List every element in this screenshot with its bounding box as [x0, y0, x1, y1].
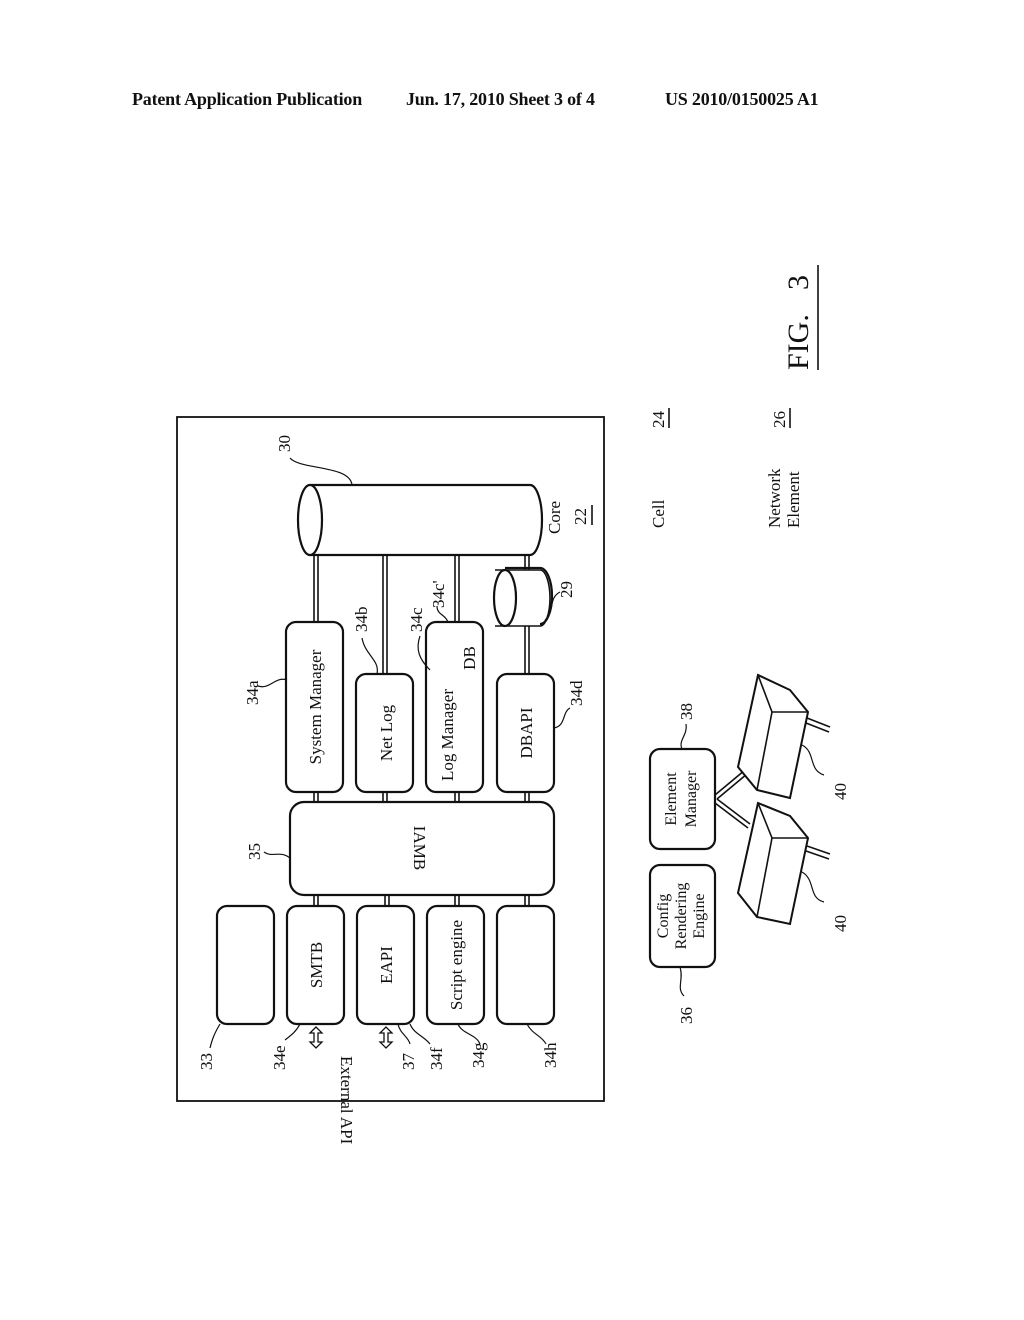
db-sublabel: DB: [460, 646, 479, 670]
figure-label: FIG.: [782, 314, 815, 370]
leader-34h: [526, 1023, 547, 1045]
iamb-bottom-connectors: [313, 895, 530, 906]
ref-34f: 34f: [427, 1047, 446, 1070]
config-engine-label-1: Config: [655, 894, 672, 938]
module-eapi[interactable]: EAPI: [355, 904, 416, 1026]
module-net-log[interactable]: Net Log: [354, 672, 415, 794]
iamb-label: IAMB: [410, 826, 429, 870]
ref-34c-prime: 34c': [429, 580, 448, 608]
script-engine-label: Script engine: [447, 920, 466, 1010]
module-smtb[interactable]: SMTB: [285, 904, 346, 1026]
element-manager-label-1: Element: [663, 772, 680, 826]
iamb-bus[interactable]: IAMB: [288, 800, 556, 897]
leader-34b: [361, 637, 378, 675]
ref-37: 37: [399, 1053, 418, 1071]
ref-36: 36: [677, 1007, 696, 1024]
core-bus-cylinder: [296, 483, 544, 557]
external-api-arrow-eapi: [378, 1026, 394, 1049]
iamb-top-connectors: [313, 792, 530, 802]
leader-33: [209, 1023, 221, 1049]
leader-38: [680, 723, 687, 750]
ref-40-a: 40: [831, 783, 850, 800]
element-manager[interactable]: Element Manager: [648, 747, 717, 851]
module-log-manager[interactable]: Log Manager DB: [424, 620, 485, 794]
module-dbapi[interactable]: DBAPI: [495, 672, 556, 794]
network-element-label-1: Network: [765, 468, 784, 528]
module-33-blank[interactable]: [215, 904, 276, 1026]
leader-40-a: [801, 744, 825, 776]
config-engine-label-3: Engine: [691, 893, 708, 938]
ref-34a: 34a: [243, 680, 262, 705]
leader-34f: [409, 1023, 431, 1045]
module-script-engine[interactable]: Script engine: [425, 904, 486, 1026]
ref-34d: 34d: [567, 680, 586, 706]
ref-38: 38: [677, 703, 696, 720]
config-engine-label-2: Rendering: [673, 883, 690, 950]
ref-34h: 34h: [541, 1042, 560, 1068]
net-log-label: Net Log: [377, 704, 396, 761]
ref-30: 30: [275, 435, 294, 452]
ref-33: 33: [197, 1053, 216, 1070]
leader-40-b: [801, 871, 825, 903]
figure-3-diagram: 30 Core 22 29 System Manager 34a Net Log…: [176, 265, 850, 1145]
system-manager-label: System Manager: [306, 649, 325, 764]
cell-label: Cell: [649, 499, 668, 528]
network-device-2[interactable]: [736, 801, 831, 926]
ref-35: 35: [245, 843, 264, 860]
network-device-1[interactable]: [736, 673, 831, 800]
network-element-label-2: Element: [784, 471, 803, 528]
cell-ref: 24: [649, 411, 668, 429]
module-system-manager[interactable]: System Manager: [284, 620, 345, 794]
element-manager-links: [714, 769, 751, 829]
config-rendering-engine[interactable]: Config Rendering Engine: [648, 863, 717, 969]
network-element-ref: 26: [770, 411, 789, 428]
external-api-arrow-smtb: [308, 1026, 324, 1049]
dbapi-label: DBAPI: [517, 707, 536, 758]
module-34h-blank[interactable]: [495, 904, 556, 1026]
ref-40-b: 40: [831, 915, 850, 932]
ref-34e: 34e: [270, 1045, 289, 1070]
figure-number: 3: [782, 275, 815, 290]
core-ref: 22: [571, 508, 590, 525]
leader-36: [679, 966, 685, 997]
log-manager-label: Log Manager: [438, 689, 457, 781]
eapi-label: EAPI: [377, 946, 396, 984]
smtb-label: SMTB: [307, 942, 326, 988]
leader-34a: [257, 678, 288, 688]
ref-34c: 34c: [407, 607, 426, 632]
ref-34g: 34g: [469, 1042, 488, 1068]
leader-34e: [284, 1023, 301, 1041]
element-manager-label-2: Manager: [683, 770, 700, 828]
leader-35: [263, 851, 291, 859]
ref-34b: 34b: [352, 607, 371, 633]
core-label: Core: [545, 501, 564, 534]
external-api-label: External API: [337, 1056, 356, 1145]
leader-34g: [457, 1023, 481, 1045]
leader-37: [397, 1023, 411, 1045]
leader-30: [289, 457, 353, 486]
leader-34d: [553, 707, 571, 729]
ref-29: 29: [557, 581, 576, 598]
